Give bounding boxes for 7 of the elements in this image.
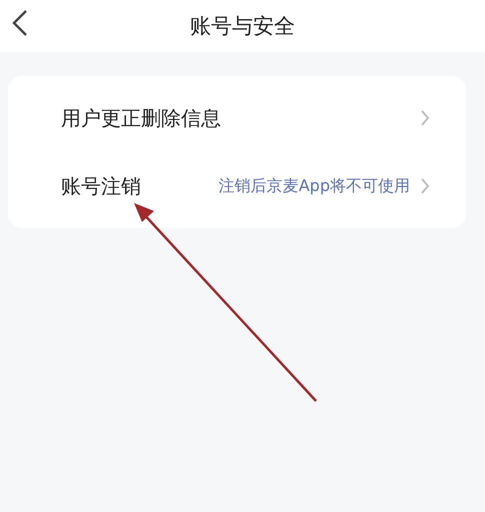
menu-item[interactable]: 账号注销 xyxy=(61,172,141,200)
item-hint: 注销后京麦App将不可使用 xyxy=(218,176,411,196)
page-title: 账号与安全 xyxy=(190,13,295,40)
chevron-icon xyxy=(420,109,430,127)
back-icon[interactable] xyxy=(10,9,30,37)
chevron-icon xyxy=(420,177,430,195)
menu-item[interactable]: 用户更正删除信息 xyxy=(61,104,221,132)
